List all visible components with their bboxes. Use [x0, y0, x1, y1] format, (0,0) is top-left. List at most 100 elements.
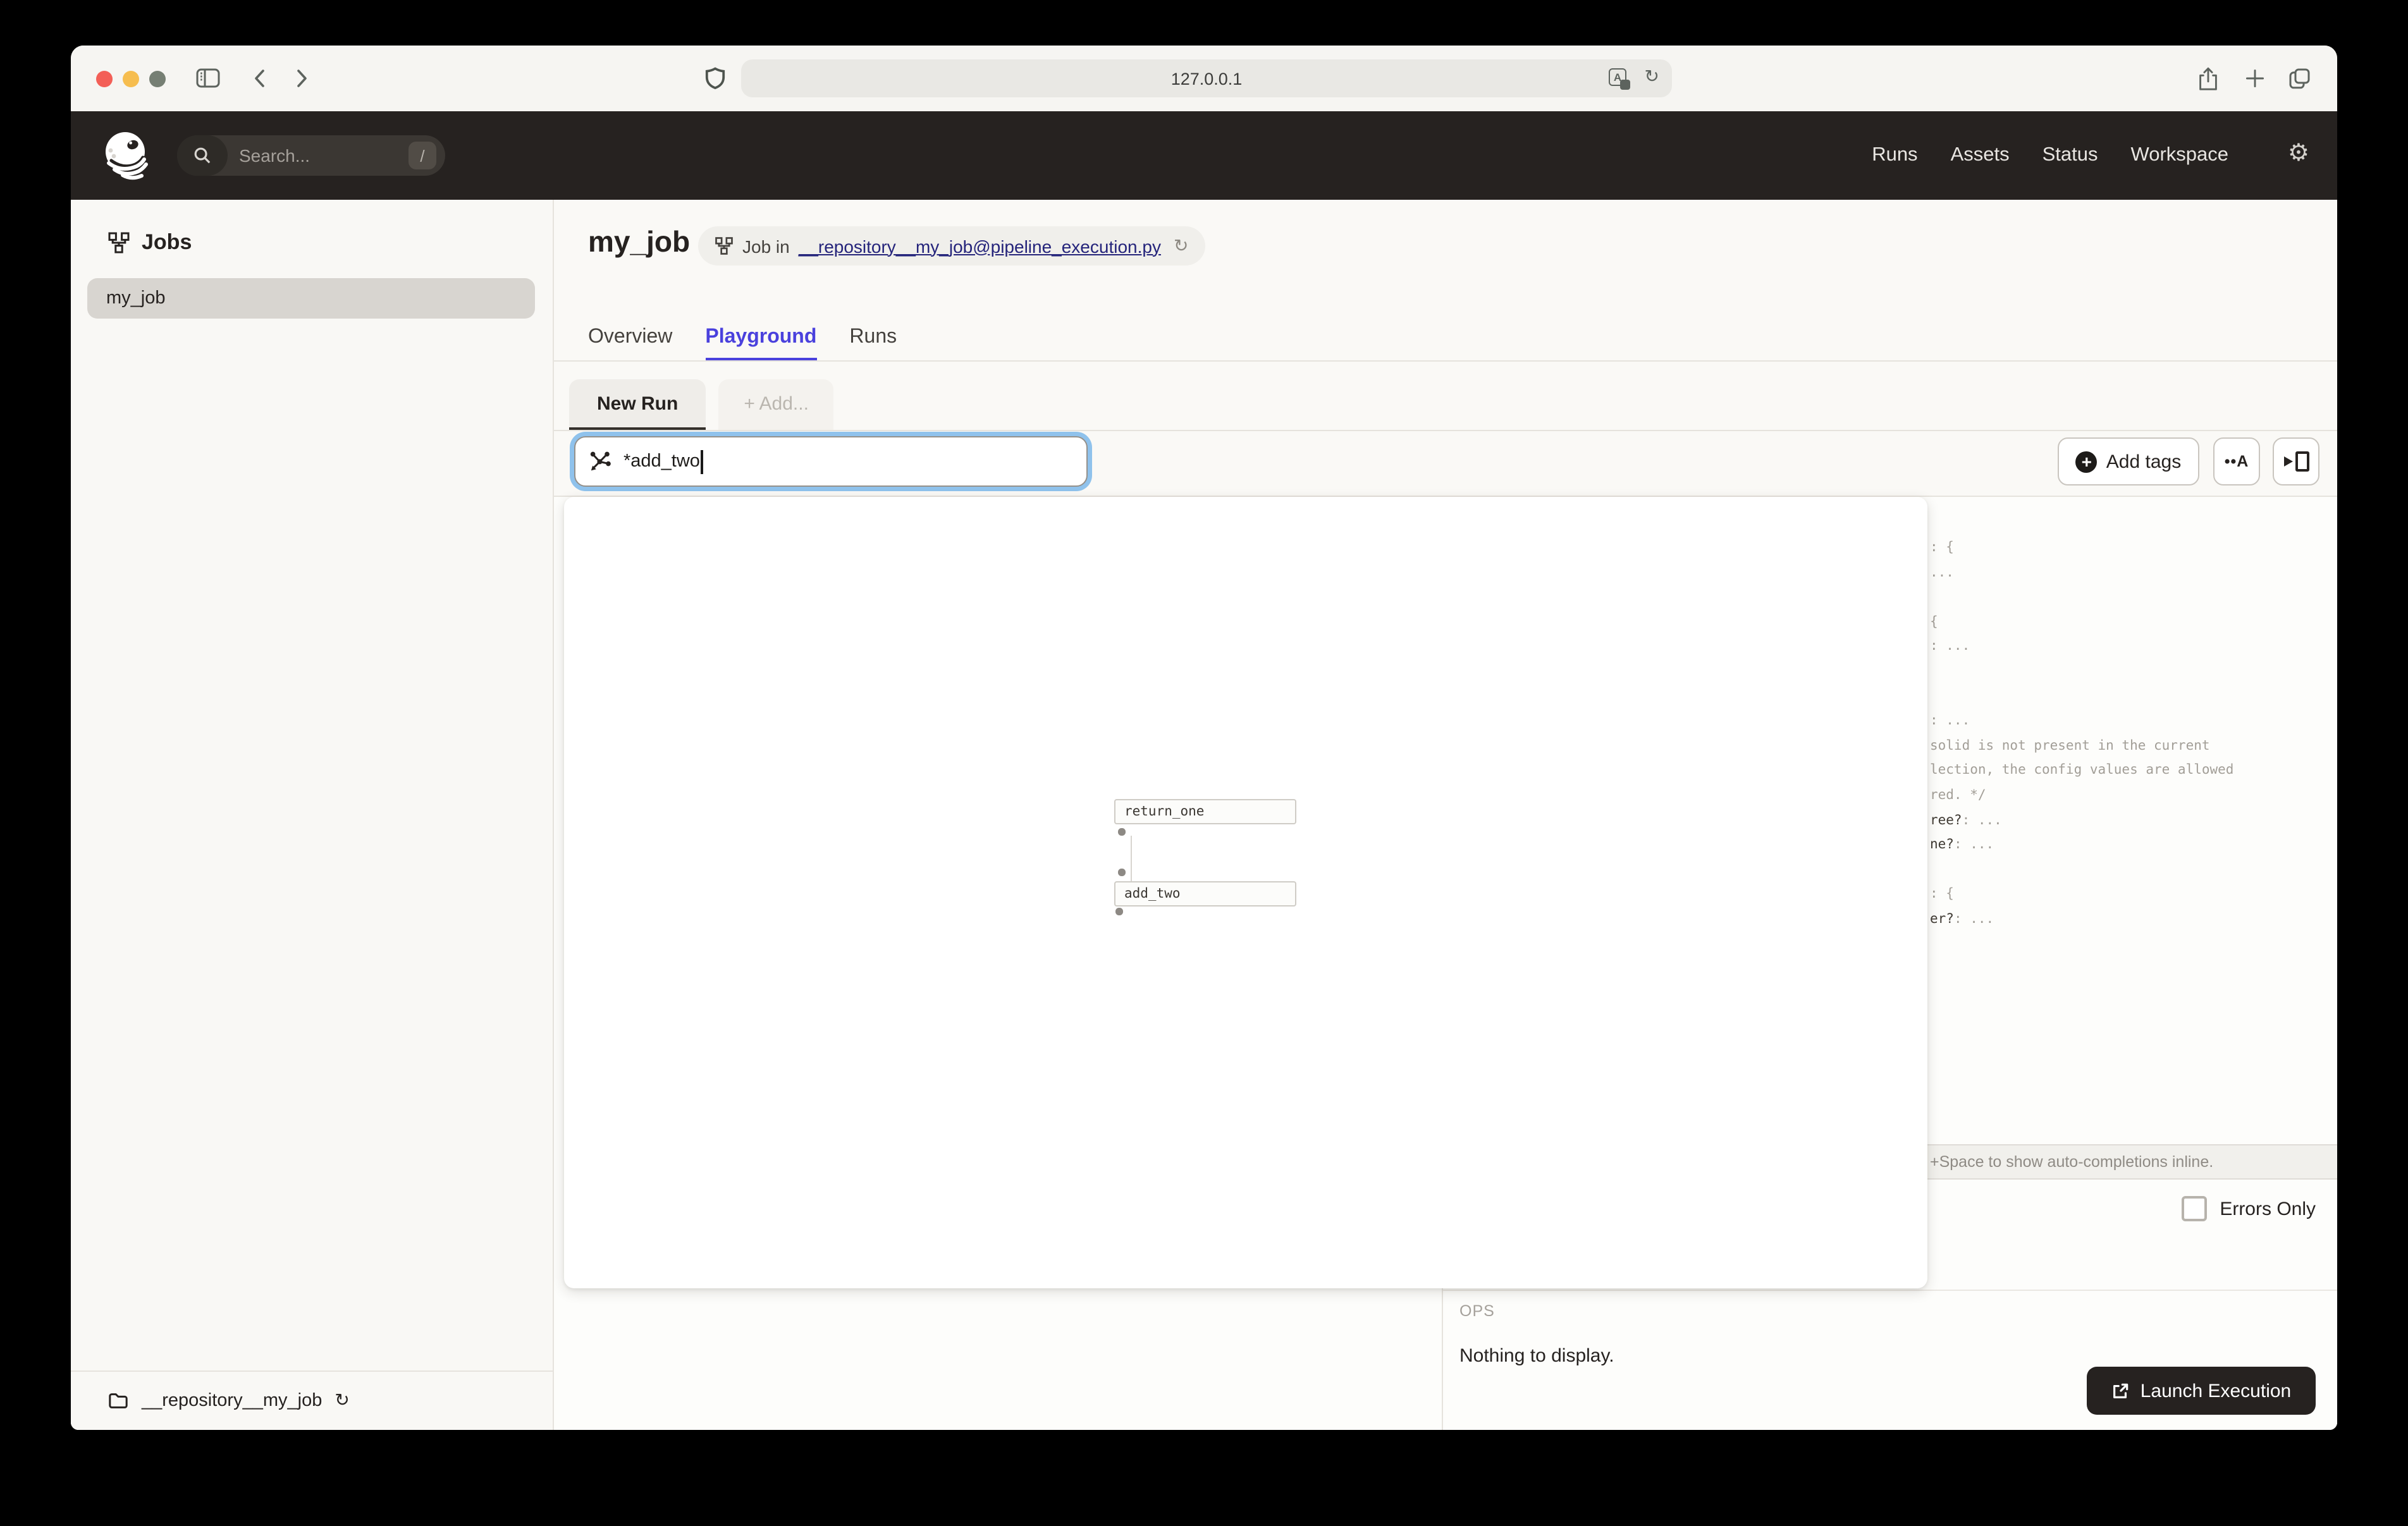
preview-section-divider	[1443, 1290, 2337, 1291]
config-line: ne?: ...	[1930, 837, 2233, 862]
nav-status[interactable]: Status	[2042, 144, 2098, 167]
search-shortcut-badge: /	[408, 142, 436, 169]
config-line: : {	[1930, 540, 2233, 565]
workflow-icon	[108, 231, 130, 254]
sidebar-footer: __repository__my_job ↻	[71, 1370, 553, 1430]
share-icon[interactable]	[2196, 66, 2221, 92]
config-line: : {	[1930, 887, 2233, 912]
workflow-icon	[715, 236, 734, 255]
folder-icon	[108, 1391, 129, 1411]
breadcrumb: Job in __repository__my_job@pipeline_exe…	[698, 226, 1205, 266]
sidebar: Jobs my_job __repository__my_job ↻	[71, 200, 554, 1430]
plus-circle-icon: +	[2076, 451, 2098, 472]
op-node-return-one[interactable]: return_one	[1114, 799, 1296, 824]
output-dot	[1115, 908, 1122, 915]
config-line: lection, the config values are allowed	[1930, 763, 2233, 788]
add-tags-button[interactable]: + Add tags	[2058, 437, 2199, 485]
split-panel-button[interactable]	[2273, 437, 2319, 485]
op-graph-icon	[588, 449, 612, 473]
input-dot	[1118, 869, 1125, 876]
browser-window: 127.0.0.1 A ↻	[71, 46, 2337, 1430]
editor-footer-hint: +Space to show auto-completions inline.	[1930, 1145, 2213, 1178]
text-caret	[701, 449, 703, 473]
url-bar[interactable]: 127.0.0.1 A ↻	[741, 59, 1672, 97]
page-tabs: Overview Playground Runs	[588, 326, 897, 360]
playground-workspace: : {...{: ...: ...solid is not present in…	[554, 497, 2337, 1430]
sidebar-item-my-job[interactable]: my_job	[87, 278, 535, 319]
config-line	[1930, 664, 2233, 688]
session-tab-new-run[interactable]: New Run	[569, 379, 706, 431]
nav-workspace[interactable]: Workspace	[2131, 144, 2229, 167]
graph-canvas[interactable]: return_one add_two	[564, 497, 1927, 1288]
forward-icon[interactable]	[292, 66, 312, 91]
session-divider	[554, 430, 2337, 431]
search-placeholder: Search...	[239, 145, 408, 166]
split-divider[interactable]	[1442, 1288, 1443, 1430]
browser-toolbar: 127.0.0.1 A ↻	[71, 46, 2337, 111]
launch-execution-button[interactable]: Launch Execution	[2087, 1367, 2316, 1415]
header-nav: Runs Assets Status Workspace	[1872, 111, 2228, 200]
panel-icon	[2295, 451, 2309, 472]
reload-icon[interactable]: ↻	[1645, 66, 1659, 87]
config-line: ...	[1930, 565, 2233, 589]
config-line: solid is not present in the current	[1930, 738, 2233, 763]
nav-runs[interactable]: Runs	[1872, 144, 1917, 167]
errors-only-checkbox[interactable]	[2182, 1196, 2207, 1221]
traffic-light-zoom[interactable]	[149, 70, 166, 87]
config-line	[1930, 589, 2233, 614]
op-node-add-two[interactable]: add_two	[1114, 881, 1296, 906]
op-selector-input[interactable]: *add_two	[574, 436, 1088, 487]
errors-only-label: Errors Only	[2220, 1198, 2316, 1219]
sidebar-toggle-icon[interactable]	[195, 66, 221, 91]
config-line: red. */	[1930, 788, 2233, 812]
session-add-button[interactable]: + Add...	[718, 379, 834, 431]
desktop: 127.0.0.1 A ↻	[0, 0, 2408, 1526]
privacy-shield-icon[interactable]	[704, 66, 726, 91]
breadcrumb-reload-icon[interactable]: ↻	[1174, 237, 1188, 255]
back-icon[interactable]	[249, 66, 269, 91]
tabs-divider	[554, 360, 2337, 362]
output-dot	[1118, 828, 1125, 835]
main-panel: my_job Job in __repository__my_job@pipel…	[554, 200, 2337, 1430]
repository-reload-icon[interactable]: ↻	[335, 1392, 349, 1410]
translate-icon[interactable]: A	[1609, 68, 1629, 89]
repository-label: __repository__my_job	[142, 1391, 322, 1411]
session-tabs: New Run + Add...	[569, 379, 834, 431]
sidebar-jobs-header: Jobs	[71, 200, 553, 255]
autocomplete-button[interactable]: ••A	[2213, 437, 2260, 485]
gear-icon[interactable]: ⚙	[2288, 142, 2309, 166]
config-line: er?: ...	[1930, 912, 2233, 936]
breadcrumb-link[interactable]: __repository__my_job@pipeline_execution.…	[799, 236, 1161, 256]
ops-section-title: OPS	[1459, 1302, 1495, 1320]
new-tab-icon[interactable]	[2244, 67, 2266, 90]
graph-edge	[1130, 836, 1132, 881]
app-body: Jobs my_job __repository__my_job ↻ my_jo…	[71, 200, 2337, 1430]
external-link-icon	[2111, 1381, 2130, 1400]
config-line	[1930, 688, 2233, 713]
breadcrumb-prefix: Job in	[742, 236, 790, 256]
config-line: {	[1930, 614, 2233, 639]
nav-assets[interactable]: Assets	[1951, 144, 2010, 167]
search-input[interactable]: Search... /	[177, 135, 445, 176]
page-title: my_job	[588, 225, 690, 259]
config-editor-lines[interactable]: : {...{: ...: ...solid is not present in…	[1930, 540, 2233, 936]
config-line: ree?: ...	[1930, 812, 2233, 837]
tab-runs[interactable]: Runs	[849, 326, 897, 360]
traffic-light-minimize[interactable]	[123, 70, 139, 87]
config-line: : ...	[1930, 639, 2233, 664]
dagster-logo[interactable]	[99, 128, 154, 183]
tab-overview-icon[interactable]	[2287, 66, 2312, 91]
config-line	[1930, 862, 2233, 886]
tab-playground[interactable]: Playground	[705, 326, 816, 360]
config-line: : ...	[1930, 713, 2233, 738]
sidebar-section-title: Jobs	[142, 230, 192, 255]
errors-only-row: Errors Only	[2182, 1196, 2316, 1221]
op-selector-value: *add_two	[624, 451, 700, 472]
app-header: Search... / Runs Assets Status Workspace…	[71, 111, 2337, 200]
ops-empty-message: Nothing to display.	[1459, 1345, 1614, 1367]
play-icon	[2283, 456, 2292, 467]
url-text: 127.0.0.1	[1171, 69, 1243, 88]
traffic-light-close[interactable]	[96, 70, 113, 87]
search-icon	[177, 135, 228, 176]
tab-overview[interactable]: Overview	[588, 326, 672, 360]
